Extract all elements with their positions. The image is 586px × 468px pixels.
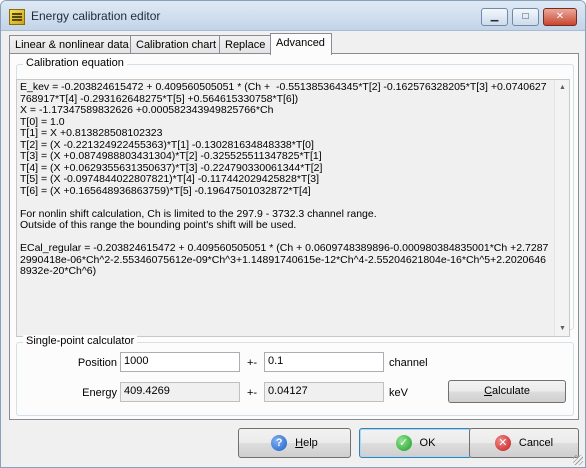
- scroll-up-arrow-icon[interactable]: ▲: [555, 80, 569, 95]
- tab-linear-nonlinear-data[interactable]: Linear & nonlinear data: [9, 35, 131, 54]
- scroll-down-arrow-icon[interactable]: ▼: [555, 321, 569, 336]
- resize-grip-icon[interactable]: [573, 455, 583, 465]
- ok-button[interactable]: ✓ OK: [359, 428, 472, 458]
- position-uncertainty-input[interactable]: 0.1: [264, 352, 384, 372]
- calibration-editor-window: Energy calibration editor ▁ □ ✕ Linear &…: [0, 0, 586, 468]
- maximize-button[interactable]: □: [512, 8, 539, 26]
- kev-unit-label: keV: [389, 387, 408, 399]
- calculate-button-label: alculate: [492, 385, 530, 397]
- title-bar[interactable]: Energy calibration editor ▁ □ ✕: [1, 1, 585, 31]
- energy-uncertainty-output: 0.04127: [264, 382, 384, 402]
- position-input[interactable]: 1000: [120, 352, 240, 372]
- equation-textarea[interactable]: E_kev = -0.203824615472 + 0.409560505051…: [16, 79, 570, 337]
- help-icon: ?: [271, 435, 288, 452]
- energy-label: Energy: [82, 387, 117, 399]
- single-point-calculator-group: Single-point calculator Position 1000 +-…: [16, 335, 574, 416]
- help-button-label: elp: [303, 437, 318, 449]
- energy-output: 409.4269: [120, 382, 240, 402]
- calculate-accelerator: C: [484, 385, 493, 397]
- minimize-button[interactable]: ▁: [481, 8, 508, 26]
- equation-text: E_kev = -0.203824615472 + 0.409560505051…: [20, 81, 549, 277]
- ok-button-label: OK: [419, 437, 436, 449]
- calibration-equation-group: Calibration equation E_kev = -0.20382461…: [16, 57, 574, 337]
- cancel-button-label: Cancel: [518, 437, 554, 449]
- cancel-button[interactable]: ✕ Cancel: [469, 428, 579, 458]
- tab-advanced[interactable]: Advanced: [270, 33, 332, 55]
- energy-plusminus: +-: [247, 387, 258, 399]
- position-label: Position: [77, 357, 117, 369]
- ok-check-icon: ✓: [395, 435, 412, 452]
- window-title: Energy calibration editor: [31, 9, 161, 23]
- advanced-tab-panel: Calibration equation E_kev = -0.20382461…: [9, 53, 579, 420]
- position-plusminus: +-: [247, 357, 258, 369]
- calculate-button[interactable]: Calculate: [448, 380, 566, 403]
- app-icon: [9, 9, 25, 25]
- close-button[interactable]: ✕: [543, 8, 577, 26]
- help-button[interactable]: ? Help: [238, 428, 351, 458]
- equation-scrollbar[interactable]: ▲ ▼: [554, 80, 569, 336]
- calibration-equation-label: Calibration equation: [23, 57, 127, 69]
- single-point-calculator-label: Single-point calculator: [23, 335, 138, 347]
- cancel-x-icon: ✕: [494, 435, 511, 452]
- tab-replace[interactable]: Replace: [219, 35, 271, 54]
- channel-unit-label: channel: [389, 357, 428, 369]
- tab-calibration-chart[interactable]: Calibration chart: [130, 35, 220, 54]
- help-accelerator: H: [295, 437, 304, 449]
